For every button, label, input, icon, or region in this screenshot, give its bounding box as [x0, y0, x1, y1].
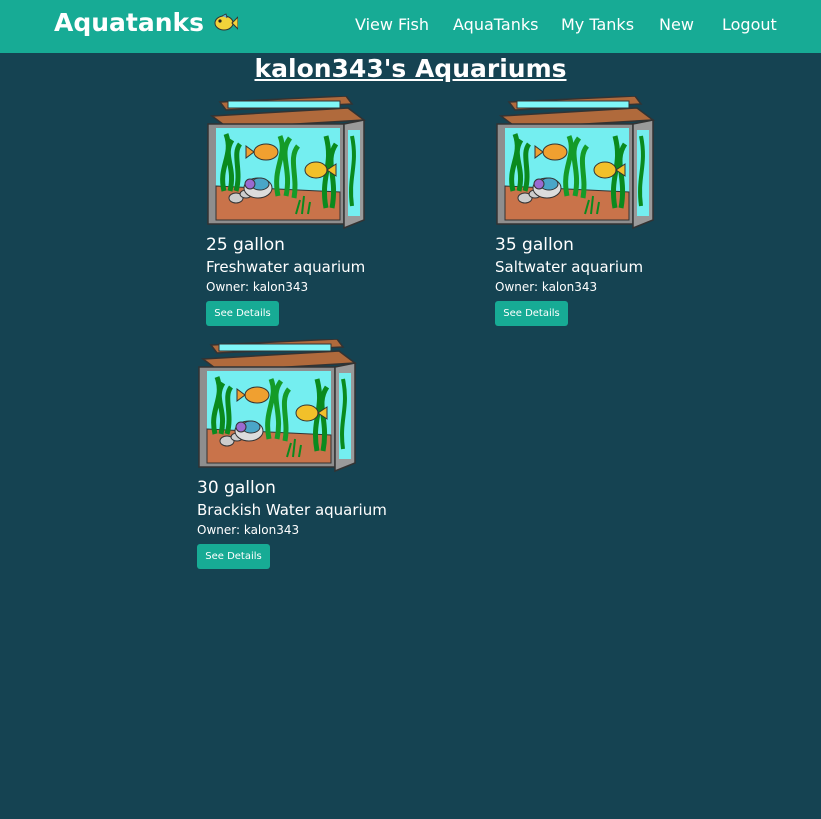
- tank-type: Brackish Water aquarium: [197, 501, 387, 519]
- page-title: kalon343's Aquariums: [254, 54, 567, 83]
- tank-gallons: 30 gallon: [197, 478, 276, 498]
- tank-gallons: 25 gallon: [206, 235, 285, 255]
- tank-type: Freshwater aquarium: [206, 258, 366, 276]
- brand-name: Aquatanks: [54, 8, 205, 37]
- nav-my-tanks[interactable]: My Tanks: [561, 15, 634, 34]
- see-details-button[interactable]: See Details: [197, 544, 270, 569]
- aquarium-image: [197, 339, 357, 477]
- brand-link[interactable]: Aquatanks: [54, 8, 239, 37]
- fish-logo-icon: [214, 12, 239, 30]
- nav-aquatanks[interactable]: AquaTanks: [453, 15, 538, 34]
- tank-owner: Owner: kalon343: [197, 523, 300, 537]
- aquarium-image: [206, 96, 366, 234]
- tank-owner: Owner: kalon343: [206, 280, 309, 294]
- see-details-button[interactable]: See Details: [206, 301, 279, 326]
- nav-logout[interactable]: Logout: [722, 15, 777, 34]
- navbar: Aquatanks View Fish AquaTanks My Tanks N…: [0, 0, 821, 53]
- aquarium-image: [495, 96, 655, 234]
- tank-gallons: 35 gallon: [495, 235, 574, 255]
- tank-type: Saltwater aquarium: [495, 258, 644, 276]
- tank-owner: Owner: kalon343: [495, 280, 598, 294]
- see-details-button[interactable]: See Details: [495, 301, 568, 326]
- nav-view-fish[interactable]: View Fish: [355, 15, 429, 34]
- nav-new[interactable]: New: [659, 15, 694, 34]
